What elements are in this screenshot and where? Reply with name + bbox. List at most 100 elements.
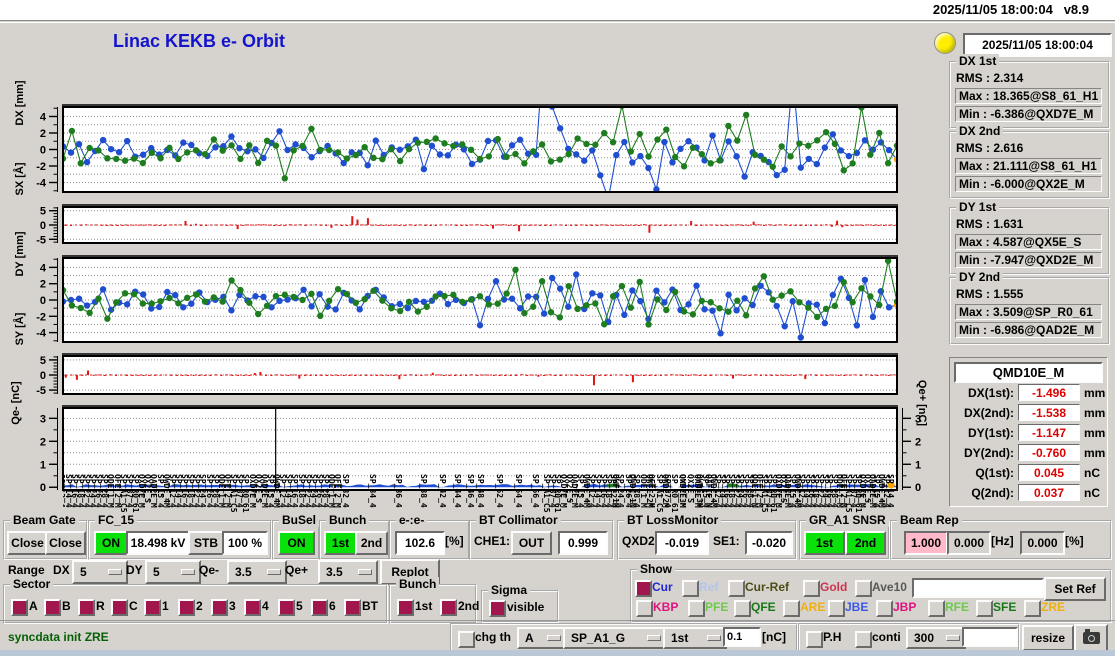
- threshold-input[interactable]: [723, 627, 761, 647]
- beam-gate-close2-button[interactable]: Close: [45, 531, 86, 555]
- show-pfe-checkbox[interactable]: [688, 600, 705, 617]
- monitor-row-value: 0.045: [1018, 464, 1080, 481]
- show-sfe-label: SFE: [993, 600, 1017, 614]
- bunch-2nd-checkbox[interactable]: [440, 599, 457, 616]
- chg-th-checkbox[interactable]: [458, 631, 475, 648]
- show-cur-ref-checkbox[interactable]: [728, 580, 745, 597]
- stats-rms: RMS : 2.616: [956, 141, 1024, 155]
- sector-group: Sector A B R C 1 2 3 4 5 6 BT: [3, 577, 388, 624]
- sigma-visible-checkbox[interactable]: [489, 600, 506, 617]
- show-jbe-checkbox[interactable]: [828, 600, 845, 617]
- range-qep-dropdown[interactable]: 3.5: [318, 560, 378, 584]
- dropdown-dash-icon: [547, 635, 561, 641]
- dropdown-dash-icon: [267, 569, 281, 575]
- sector-C-checkbox[interactable]: [111, 599, 128, 616]
- stats-min: Min : -6.386@QXD7E_M: [955, 106, 1102, 122]
- svg-text:-4: -4: [36, 328, 47, 340]
- conti-checkbox[interactable]: [855, 631, 872, 648]
- monitor-row-value: -1.496: [1018, 384, 1080, 401]
- ph-checkbox[interactable]: [806, 631, 823, 648]
- range-dx-label: DX: [53, 563, 70, 577]
- sector-2-checkbox[interactable]: [178, 599, 195, 616]
- busel-on-button[interactable]: ON: [278, 531, 315, 555]
- range-dx-dropdown[interactable]: 5: [72, 560, 128, 584]
- qe-minus-axis-label: Qe- [nC]: [10, 381, 22, 425]
- show-gold-checkbox[interactable]: [803, 580, 820, 597]
- stats-group-dx1: DX 1st RMS : 2.314 Max : 18.365@S8_61_H1…: [949, 54, 1110, 129]
- screenshot-button[interactable]: [1074, 624, 1108, 652]
- se1-field: -0.020: [745, 531, 793, 555]
- gr-snsr-group: GR_A1 SNSR 1st 2nd: [799, 513, 890, 560]
- bunch-1st-button[interactable]: 1st: [324, 531, 357, 555]
- threshold-unit-label: [nC]: [762, 630, 786, 644]
- show-sfe-checkbox[interactable]: [976, 600, 993, 617]
- show-jbp-checkbox[interactable]: [876, 600, 893, 617]
- stats-rms: RMS : 2.314: [956, 71, 1024, 85]
- sector-6-checkbox[interactable]: [311, 599, 328, 616]
- show-zre-checkbox[interactable]: [1024, 600, 1041, 617]
- show-ave10-checkbox[interactable]: [855, 580, 872, 597]
- che1-out-button[interactable]: OUT: [511, 531, 552, 555]
- ref-name-input[interactable]: [912, 578, 1044, 598]
- bt-lossmonitor-group: BT LossMonitor QXD2E: -0.019 SE1: -0.020: [617, 513, 797, 560]
- th-ab-dropdown[interactable]: A: [517, 627, 567, 649]
- show-are-checkbox[interactable]: [783, 600, 800, 617]
- stats-group-title: DX 1st: [956, 54, 1000, 68]
- bunch-1st-label: 1st: [415, 599, 433, 613]
- resize-button[interactable]: resize: [1022, 625, 1074, 651]
- sector-item-label: 6: [329, 599, 336, 613]
- beam-gate-close1-button[interactable]: Close: [7, 531, 48, 555]
- show-qfe-checkbox[interactable]: [734, 600, 751, 617]
- set-ref-button[interactable]: Set Ref: [1044, 577, 1106, 601]
- th-bunch-dropdown[interactable]: 1st: [663, 627, 727, 649]
- stats-max: Max : 21.111@S8_61_H1: [955, 158, 1102, 174]
- spare-input[interactable]: [962, 627, 1018, 647]
- sector-1-checkbox[interactable]: [144, 599, 161, 616]
- camera-icon: [1082, 629, 1100, 644]
- bunch-1st-checkbox[interactable]: [397, 599, 414, 616]
- range-qem-dropdown[interactable]: 3.5: [227, 560, 287, 584]
- show-kbp-label: KBP: [653, 600, 679, 614]
- show-rfe-checkbox[interactable]: [928, 600, 945, 617]
- count-dropdown[interactable]: 300: [906, 627, 966, 649]
- th-bunch-value: 1st: [671, 631, 689, 645]
- gr-snsr-label: GR_A1 SNSR: [806, 513, 889, 527]
- sector-item-label: A: [29, 599, 38, 613]
- fc15-stb-button[interactable]: STB: [188, 531, 224, 555]
- stats-max: Max : 3.509@SP_R0_61: [955, 304, 1102, 320]
- sector-R-checkbox[interactable]: [78, 599, 95, 616]
- dropdown-dash-icon: [358, 569, 372, 575]
- sector-4-checkbox[interactable]: [244, 599, 261, 616]
- device-dropdown[interactable]: SP_A1_G: [563, 627, 667, 649]
- sector-A-checkbox[interactable]: [11, 599, 28, 616]
- sector-item-label: C: [129, 599, 138, 613]
- range-dy-dropdown[interactable]: 5: [145, 560, 201, 584]
- show-ref-label: Ref: [699, 580, 719, 594]
- fc15-label: FC_15: [95, 513, 138, 527]
- bunch-2nd-label: 2nd: [458, 599, 480, 613]
- ee-ratio-label: e-:e-: [396, 513, 428, 527]
- sector-B-checkbox[interactable]: [44, 599, 61, 616]
- fc15-group: FC_15 ON 18.498 kV STB 100 %: [88, 513, 272, 560]
- show-ave10-label: Ave10: [872, 580, 907, 594]
- show-kbp-checkbox[interactable]: [636, 600, 653, 617]
- gr-snsr-2nd-button[interactable]: 2nd: [845, 531, 886, 555]
- gr-snsr-1st-button[interactable]: 1st: [804, 531, 845, 555]
- show-cur-checkbox[interactable]: [635, 580, 652, 597]
- beam-rep-field-2: 0.000: [947, 531, 991, 555]
- busel-group: BuSel ON: [272, 513, 320, 560]
- svg-text:2: 2: [40, 436, 46, 448]
- fc15-on-button[interactable]: ON: [94, 531, 128, 555]
- show-zre-label: ZRE: [1041, 600, 1065, 614]
- sector-BT-checkbox[interactable]: [344, 599, 361, 616]
- bunch-2nd-button[interactable]: 2nd: [355, 531, 388, 555]
- dropdown-dash-icon: [108, 569, 122, 575]
- sigma-label: Sigma: [488, 583, 531, 597]
- sector-3-checkbox[interactable]: [211, 599, 228, 616]
- ee-ratio-field: 102.6: [395, 531, 445, 555]
- show-are-label: ARE: [800, 600, 826, 614]
- svg-text:4: 4: [40, 262, 47, 274]
- show-ref-checkbox[interactable]: [682, 580, 699, 597]
- sector-5-checkbox[interactable]: [278, 599, 295, 616]
- monitor-row-unit: mm: [1084, 406, 1106, 420]
